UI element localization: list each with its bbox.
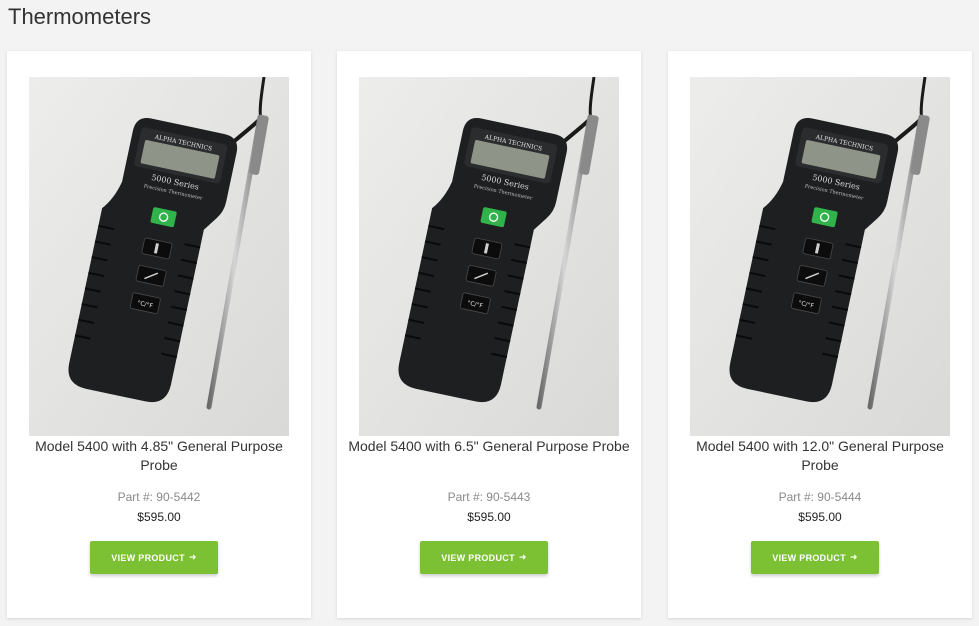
product-name[interactable]: Model 5400 with 6.5" General Purpose Pro… xyxy=(347,437,631,456)
product-image[interactable]: ALPHA TECHNICS 5000 Series Precision The… xyxy=(29,77,289,436)
view-product-label: VIEW PRODUCT xyxy=(111,552,185,563)
product-card: ALPHA TECHNICS 5000 Series Precision The… xyxy=(337,51,641,618)
product-image[interactable]: ALPHA TECHNICS 5000 Series Precision The… xyxy=(690,77,950,436)
product-card: ALPHA TECHNICS 5000 Series Precision The… xyxy=(7,51,311,618)
view-product-label: VIEW PRODUCT xyxy=(441,552,515,563)
arrow-right-icon: ➜ xyxy=(188,552,197,562)
view-product-button[interactable]: VIEW PRODUCT ➜ xyxy=(751,541,879,574)
part-number: Part #: 90-5444 xyxy=(778,490,862,504)
part-number: Part #: 90-5443 xyxy=(447,490,531,504)
page-title: Thermometers xyxy=(8,4,152,29)
part-number: Part #: 90-5442 xyxy=(117,490,201,504)
product-card: ALPHA TECHNICS 5000 Series Precision The… xyxy=(668,51,972,618)
product-price: $595.00 xyxy=(798,510,842,524)
view-product-button[interactable]: VIEW PRODUCT ➜ xyxy=(90,541,218,574)
product-grid: ALPHA TECHNICS 5000 Series Precision The… xyxy=(0,51,979,626)
product-price: $595.00 xyxy=(137,510,181,524)
view-product-button[interactable]: VIEW PRODUCT ➜ xyxy=(420,541,548,574)
product-name[interactable]: Model 5400 with 4.85" General Purpose Pr… xyxy=(17,437,301,475)
view-product-label: VIEW PRODUCT xyxy=(772,552,846,563)
arrow-right-icon: ➜ xyxy=(849,552,858,562)
product-price: $595.00 xyxy=(467,510,511,524)
product-name[interactable]: Model 5400 with 12.0" General Purpose Pr… xyxy=(678,437,962,475)
product-image[interactable]: ALPHA TECHNICS 5000 Series Precision The… xyxy=(359,77,619,436)
arrow-right-icon: ➜ xyxy=(518,552,527,562)
